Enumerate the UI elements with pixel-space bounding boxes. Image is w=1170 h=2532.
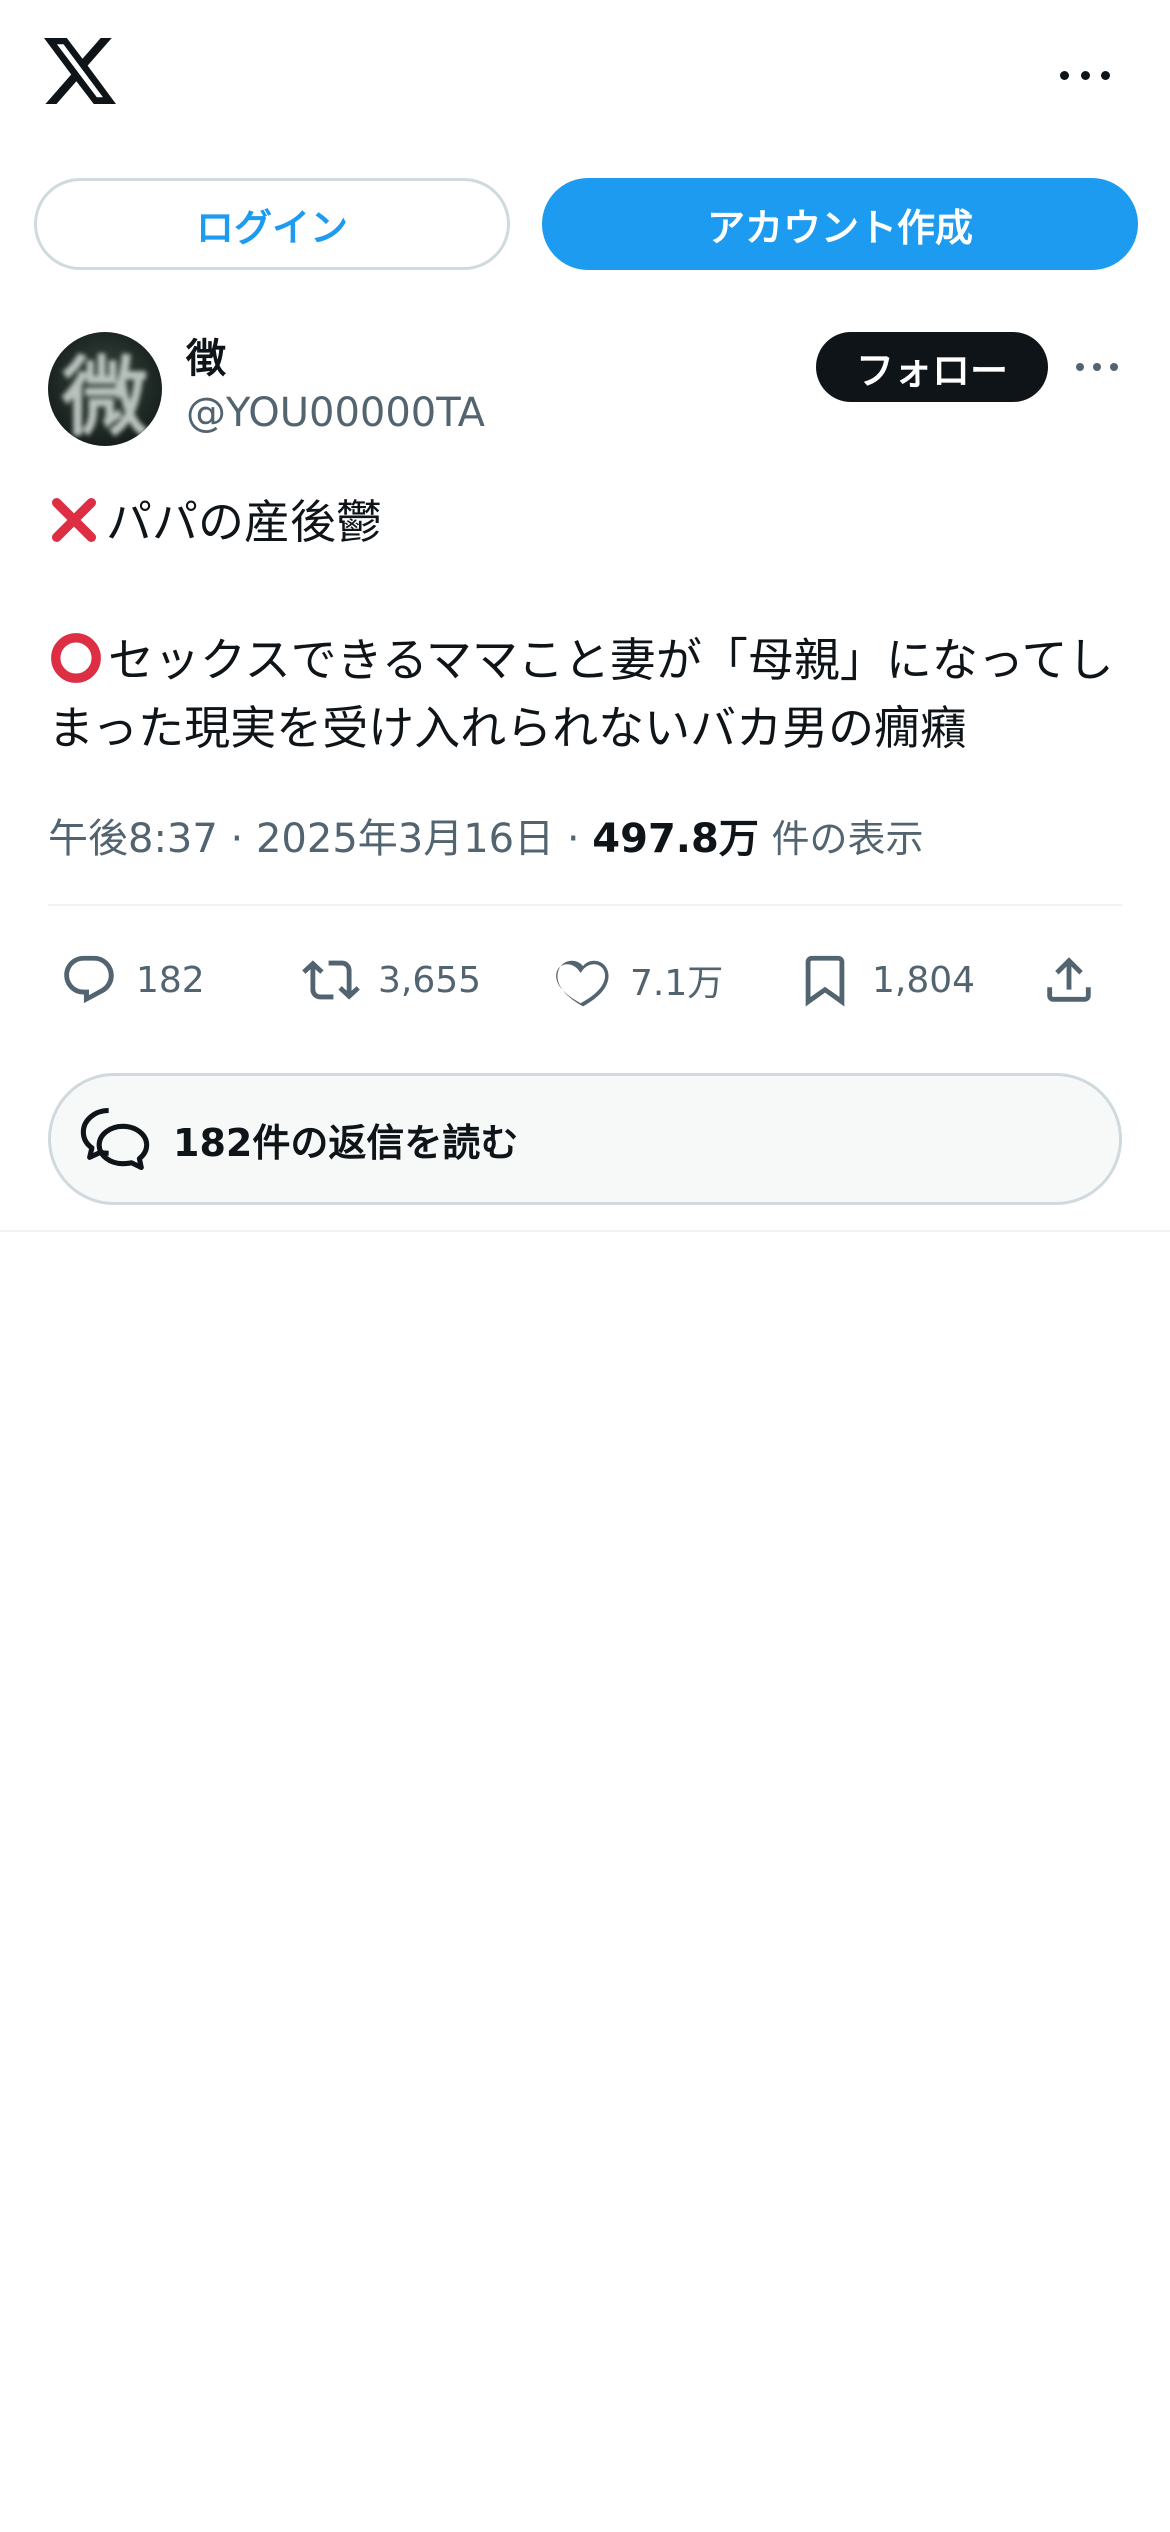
post-meta: 午後8:37 · 2025年3月16日 · 497.8万 件の表示 — [48, 806, 924, 864]
author-name[interactable]: 徴 — [186, 326, 226, 384]
meta-separator: · — [566, 816, 580, 862]
signup-button[interactable]: アカウント作成 — [542, 178, 1138, 270]
post-text-line2: セックスできるママこと妻が「母親」になってしまった現実を受け入れられないバカ男の… — [48, 626, 1138, 762]
post-date[interactable]: 2025年3月16日 — [256, 816, 554, 862]
post-text-line1: パパの産後鬱 — [48, 488, 1138, 556]
like-count: 7.1万 — [630, 963, 724, 1004]
heart-icon — [556, 960, 609, 1007]
reply-button[interactable]: 182 — [60, 940, 205, 1020]
post-text-line2-text: セックスできるママこと妻が「母親」になってしまった現実を受け入れられないバカ男の… — [48, 633, 1114, 755]
read-replies-label: 182件の返信を読む — [173, 1120, 519, 1165]
heavy-circle-icon — [51, 633, 101, 683]
reply-icon — [64, 955, 114, 1004]
bookmark-button[interactable]: 1,804 — [796, 940, 975, 1020]
views-count: 497.8万 — [592, 816, 759, 862]
author-handle[interactable]: @YOU00000TA — [186, 390, 485, 436]
avatar-glyph: 微 — [62, 347, 148, 447]
x-logo-icon[interactable] — [44, 38, 116, 104]
reply-count: 182 — [136, 959, 205, 1001]
post-more-icon[interactable] — [1076, 362, 1118, 372]
top-bar — [0, 0, 1170, 150]
meta-separator: · — [230, 816, 244, 862]
share-icon — [1047, 957, 1091, 1002]
bookmark-count: 1,804 — [872, 959, 976, 1001]
replies-bubble-icon — [80, 1107, 150, 1171]
divider — [48, 904, 1122, 906]
repost-count: 3,655 — [378, 959, 482, 1001]
bookmark-icon — [805, 955, 845, 1007]
cross-mark-icon — [51, 497, 97, 543]
action-bar: 182 3,655 7.1万 1,804 — [0, 940, 1170, 1020]
repost-button[interactable]: 3,655 — [302, 940, 481, 1020]
post-text-line1-text: パパの産後鬱 — [106, 495, 382, 549]
follow-button[interactable]: フォロー — [816, 332, 1048, 402]
avatar[interactable]: 微 — [48, 332, 162, 446]
share-button[interactable] — [1040, 940, 1116, 1020]
post-time[interactable]: 午後8:37 — [48, 816, 218, 862]
divider — [0, 1230, 1170, 1232]
like-button[interactable]: 7.1万 — [554, 940, 723, 1020]
read-replies-button[interactable]: 182件の返信を読む — [48, 1073, 1122, 1205]
login-button[interactable]: ログイン — [34, 178, 510, 270]
views-label: 件の表示 — [771, 817, 924, 861]
more-horizontal-icon[interactable] — [1060, 60, 1110, 90]
repost-icon — [302, 960, 360, 1000]
